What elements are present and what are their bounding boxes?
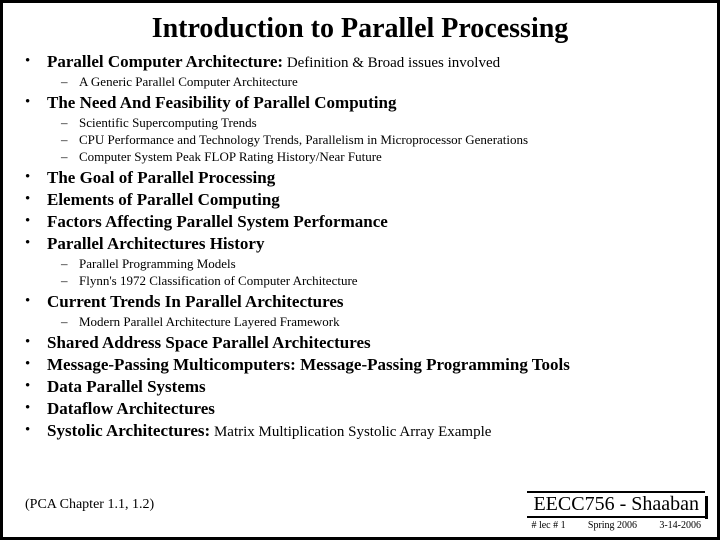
slide: Introduction to Parallel Processing Para… <box>0 0 720 540</box>
bullet-text: Data Parallel Systems <box>47 377 206 396</box>
bullet-item: Shared Address Space Parallel Architectu… <box>21 332 699 353</box>
bullet-text: Parallel Computer Architecture: <box>47 52 283 71</box>
sub-item: Computer System Peak FLOP Rating History… <box>61 148 699 165</box>
sub-item: CPU Performance and Technology Trends, P… <box>61 131 699 148</box>
bullet-suffix: Definition & Broad issues involved <box>283 55 500 71</box>
bullet-item: Dataflow Architectures <box>21 398 699 419</box>
bullet-text: Shared Address Space Parallel Architectu… <box>47 333 371 352</box>
sub-list: Parallel Programming ModelsFlynn's 1972 … <box>61 255 699 289</box>
bullet-item: Current Trends In Parallel Architectures <box>21 291 699 312</box>
bullet-text: Parallel Architectures History <box>47 234 264 253</box>
sub-item: Parallel Programming Models <box>61 255 699 272</box>
footer-box: EECC756 - Shaaban # lec # 1 Spring 2006 … <box>527 491 705 531</box>
bullet-text: Message-Passing Multicomputers: Message-… <box>47 355 570 374</box>
bullet-text: Factors Affecting Parallel System Perfor… <box>47 212 388 231</box>
footer-lec: # lec # 1 <box>531 520 565 531</box>
footer-date: 3-14-2006 <box>659 520 701 531</box>
sub-item: Scientific Supercomputing Trends <box>61 114 699 131</box>
bullet-text: Current Trends In Parallel Architectures <box>47 292 344 311</box>
bullet-item: Elements of Parallel Computing <box>21 189 699 210</box>
bullet-text: Elements of Parallel Computing <box>47 190 280 209</box>
sub-item: Flynn's 1972 Classification of Computer … <box>61 272 699 289</box>
bullet-item: Systolic Architectures: Matrix Multiplic… <box>21 420 699 441</box>
footer-term: Spring 2006 <box>588 520 637 531</box>
bullet-item: Data Parallel Systems <box>21 376 699 397</box>
bullet-list: Parallel Computer Architecture: Definiti… <box>21 51 699 441</box>
bullet-item: Factors Affecting Parallel System Perfor… <box>21 211 699 232</box>
sub-list: A Generic Parallel Computer Architecture <box>61 73 699 90</box>
sub-list: Scientific Supercomputing TrendsCPU Perf… <box>61 114 699 165</box>
bullet-suffix: Matrix Multiplication Systolic Array Exa… <box>210 424 491 440</box>
slide-title: Introduction to Parallel Processing <box>21 13 699 45</box>
sub-item: Modern Parallel Architecture Layered Fra… <box>61 313 699 330</box>
footer-reference: (PCA Chapter 1.1, 1.2) <box>25 497 154 513</box>
bullet-item: Parallel Computer Architecture: Definiti… <box>21 51 699 72</box>
bullet-item: The Need And Feasibility of Parallel Com… <box>21 92 699 113</box>
sub-item: A Generic Parallel Computer Architecture <box>61 73 699 90</box>
bullet-text: The Goal of Parallel Processing <box>47 168 275 187</box>
bullet-item: The Goal of Parallel Processing <box>21 167 699 188</box>
bullet-item: Parallel Architectures History <box>21 233 699 254</box>
bullet-item: Message-Passing Multicomputers: Message-… <box>21 354 699 375</box>
bullet-text: Systolic Architectures: <box>47 421 210 440</box>
sub-list: Modern Parallel Architecture Layered Fra… <box>61 313 699 330</box>
bullet-text: The Need And Feasibility of Parallel Com… <box>47 93 396 112</box>
bullet-text: Dataflow Architectures <box>47 399 215 418</box>
footer-course: EECC756 - Shaaban <box>527 491 705 518</box>
footer-meta: # lec # 1 Spring 2006 3-14-2006 <box>527 520 705 531</box>
